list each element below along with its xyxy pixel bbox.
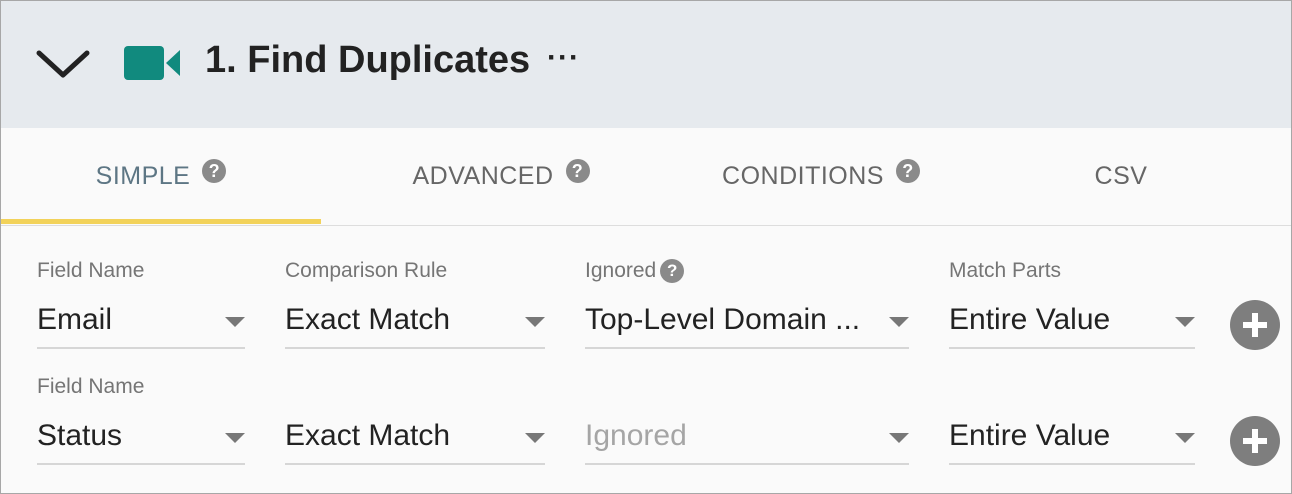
step-header: 1. Find Duplicates ··· xyxy=(1,1,1291,128)
more-options-button[interactable]: ··· xyxy=(547,41,580,75)
add-row-button[interactable] xyxy=(1230,416,1280,466)
dropdown-arrow-icon xyxy=(525,317,545,327)
ignored-label-text: Ignored xyxy=(585,259,657,282)
add-row-button[interactable] xyxy=(1230,300,1280,350)
ignored-label: Ignored? xyxy=(585,259,685,284)
field-name-value: Email xyxy=(37,303,113,336)
help-icon[interactable]: ? xyxy=(202,158,227,183)
chevron-down-icon[interactable] xyxy=(35,47,91,81)
ignored-select[interactable]: Ignored xyxy=(585,419,909,465)
comparison-rule-value: Exact Match xyxy=(285,419,451,452)
comparison-rule-select[interactable]: Exact Match xyxy=(285,303,545,349)
match-parts-select[interactable]: Entire Value xyxy=(949,419,1195,465)
comparison-rule-label: Comparison Rule xyxy=(285,259,448,282)
help-icon[interactable]: ? xyxy=(895,158,920,183)
tab-bar: SIMPLE ? ADVANCED ? CONDITIONS ? CSV xyxy=(1,128,1291,226)
match-parts-value: Entire Value xyxy=(949,419,1111,452)
field-name-select[interactable]: Email xyxy=(37,303,245,349)
tab-advanced[interactable]: ADVANCED ? xyxy=(341,128,661,225)
active-tab-indicator xyxy=(1,219,321,224)
dropdown-arrow-icon xyxy=(225,433,245,443)
help-icon[interactable]: ? xyxy=(660,259,685,284)
tab-conditions-label: CONDITIONS xyxy=(722,162,884,190)
dropdown-arrow-icon xyxy=(889,317,909,327)
ignored-select[interactable]: Top-Level Domain ... xyxy=(585,303,909,349)
find-duplicates-panel: 1. Find Duplicates ··· SIMPLE ? ADVANCED… xyxy=(0,0,1292,494)
dropdown-arrow-icon xyxy=(225,317,245,327)
video-camera-icon xyxy=(124,46,180,80)
dropdown-arrow-icon xyxy=(1175,317,1195,327)
field-name-label: Field Name xyxy=(37,375,145,398)
match-parts-label: Match Parts xyxy=(949,259,1062,282)
ignored-placeholder: Ignored xyxy=(585,419,687,452)
comparison-rule-select[interactable]: Exact Match xyxy=(285,419,545,465)
tab-simple-label: SIMPLE xyxy=(95,162,191,190)
tab-conditions[interactable]: CONDITIONS ? xyxy=(661,128,981,225)
dropdown-arrow-icon xyxy=(525,433,545,443)
field-name-value: Status xyxy=(37,419,123,452)
match-parts-value: Entire Value xyxy=(949,303,1111,336)
comparison-rule-value: Exact Match xyxy=(285,303,451,336)
step-title[interactable]: 1. Find Duplicates xyxy=(205,39,530,82)
help-icon[interactable]: ? xyxy=(565,158,590,183)
match-parts-select[interactable]: Entire Value xyxy=(949,303,1195,349)
dropdown-arrow-icon xyxy=(889,433,909,443)
field-name-label: Field Name xyxy=(37,259,145,282)
tab-csv[interactable]: CSV xyxy=(981,128,1261,225)
tab-advanced-label: ADVANCED xyxy=(412,162,554,190)
ignored-value: Top-Level Domain ... xyxy=(585,303,861,336)
tab-simple[interactable]: SIMPLE ? xyxy=(1,128,321,225)
tab-csv-label: CSV xyxy=(1094,162,1148,190)
field-name-select[interactable]: Status xyxy=(37,419,245,465)
dropdown-arrow-icon xyxy=(1175,433,1195,443)
